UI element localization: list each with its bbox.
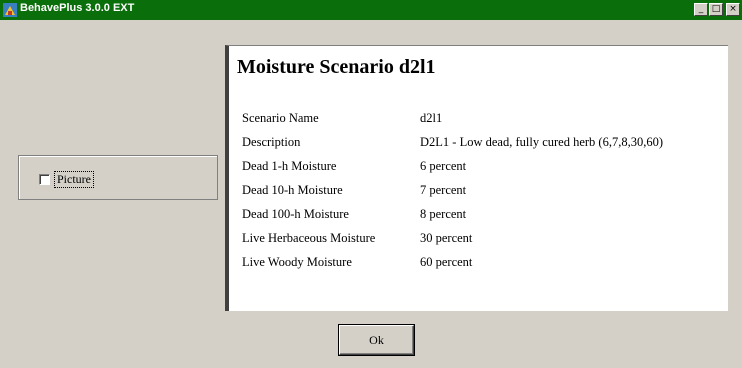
title-bar[interactable]: BehavePlus 3.0.0 EXT _ □ × — [0, 0, 742, 20]
picture-checkbox-row[interactable]: Picture — [39, 170, 94, 188]
picture-panel: Picture — [18, 155, 218, 200]
row-label: Live Woody Moisture — [242, 255, 352, 269]
report-row: Dead 10-h Moisture 7 percent — [242, 178, 722, 202]
row-value: 8 percent — [420, 207, 467, 221]
minimize-icon: _ — [698, 4, 704, 14]
row-label: Description — [242, 135, 301, 149]
row-label: Dead 1-h Moisture — [242, 159, 337, 173]
picture-checkbox-label[interactable]: Picture — [54, 170, 94, 188]
row-value: d2l1 — [420, 111, 443, 125]
window-title: BehavePlus 3.0.0 EXT — [20, 2, 135, 14]
row-value: 30 percent — [420, 231, 473, 245]
picture-checkbox[interactable] — [39, 173, 50, 185]
maximize-icon: □ — [711, 4, 721, 14]
row-value: 6 percent — [420, 159, 467, 173]
report-row: Live Woody Moisture 60 percent — [242, 250, 722, 274]
row-label: Dead 10-h Moisture — [242, 183, 343, 197]
report-row: Description D2L1 - Low dead, fully cured… — [242, 130, 722, 154]
dialog-body: Picture Moisture Scenario d2l1 Scenario … — [0, 20, 742, 368]
row-label: Live Herbaceous Moisture — [242, 231, 376, 245]
report-rows: Scenario Name d2l1 Description D2L1 - Lo… — [242, 106, 722, 274]
ok-button[interactable]: Ok — [339, 325, 414, 355]
close-icon: × — [729, 4, 737, 14]
scenario-report: Moisture Scenario d2l1 Scenario Name d2l… — [225, 45, 728, 311]
row-label: Dead 100-h Moisture — [242, 207, 349, 221]
minimize-button[interactable]: _ — [694, 3, 708, 16]
behaveplus-icon — [3, 3, 17, 17]
report-title: Moisture Scenario d2l1 — [237, 56, 436, 78]
report-row: Scenario Name d2l1 — [242, 106, 722, 130]
row-value: D2L1 - Low dead, fully cured herb (6,7,8… — [420, 135, 663, 149]
maximize-button[interactable]: □ — [709, 3, 723, 16]
close-button[interactable]: × — [726, 3, 740, 16]
ok-button-label: Ok — [369, 332, 384, 347]
report-row: Dead 1-h Moisture 6 percent — [242, 154, 722, 178]
report-row: Dead 100-h Moisture 8 percent — [242, 202, 722, 226]
report-row: Live Herbaceous Moisture 30 percent — [242, 226, 722, 250]
row-value: 7 percent — [420, 183, 467, 197]
row-value: 60 percent — [420, 255, 473, 269]
row-label: Scenario Name — [242, 111, 319, 125]
